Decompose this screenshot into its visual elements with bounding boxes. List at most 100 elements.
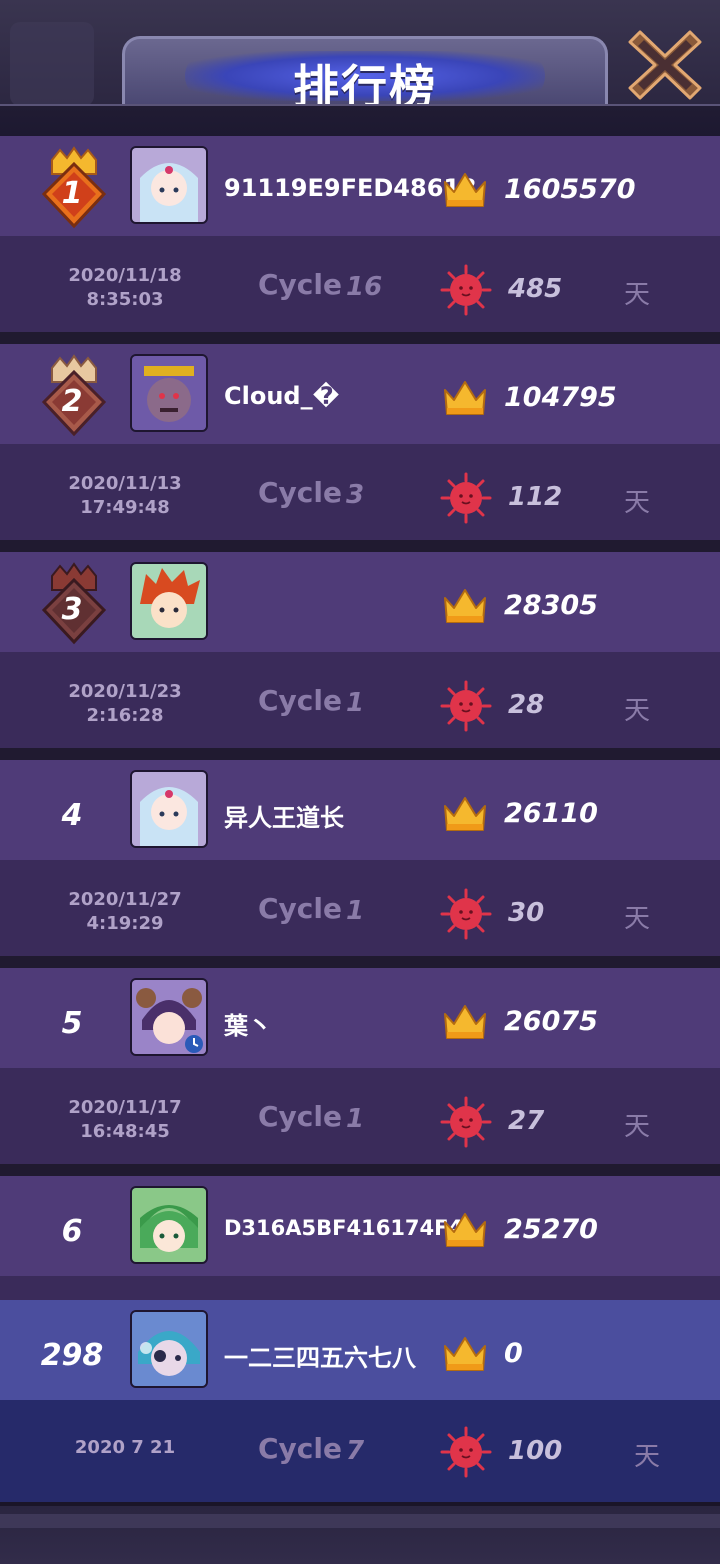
record-date-time: 4:19:29 (86, 913, 164, 934)
cycle-label: Cycle (258, 1432, 342, 1465)
leaderboard-entry[interactable]: 4 异人王道长 26110 2020/11/27 4:19:29 Cycle 1 (0, 760, 720, 968)
crown-icon (444, 589, 486, 623)
record-date-time: 8:35:03 (86, 289, 164, 310)
crown-icon (444, 1213, 486, 1247)
leaderboard-entry[interactable]: 6 D316A5BF416174F4 25270 (0, 1176, 720, 1300)
record-date: 2020/11/27 4:19:29 (40, 888, 210, 936)
avatar-image (132, 564, 206, 638)
footer-strip (0, 1514, 720, 1528)
footer-bar (0, 1502, 720, 1564)
record-date-time: 16:48:45 (80, 1121, 170, 1142)
days-unit: 天 (624, 1112, 651, 1142)
cycle-value: 1 (346, 688, 365, 718)
entry-divider (0, 540, 720, 552)
days-unit: 天 (624, 696, 651, 726)
header-decoration (10, 22, 94, 106)
virus-icon (440, 472, 492, 524)
cycle-label: Cycle (258, 268, 342, 301)
cycle-value: 3 (346, 480, 365, 510)
record-date: 2020/11/18 8:35:03 (40, 264, 210, 312)
player-name: Cloud_� (224, 382, 340, 410)
record-date: 2020/11/23 2:16:28 (40, 680, 210, 728)
days-value: 30 (508, 898, 545, 928)
avatar[interactable] (130, 978, 208, 1056)
avatar-image (132, 1188, 206, 1262)
days-value: 27 (508, 1106, 545, 1136)
virus-icon (440, 1426, 492, 1478)
avatar-image (132, 772, 206, 846)
leaderboard-entry[interactable]: 3 28305 2020/11/23 2:16:28 Cycle 1 28 天 (0, 552, 720, 760)
avatar[interactable] (130, 562, 208, 640)
player-name: 异人王道长 (224, 804, 344, 832)
my-record-date: 2020 7 21 (74, 1437, 176, 1458)
rank-number: 3 (61, 592, 83, 627)
score: 1605570 (504, 174, 636, 205)
score: 104795 (504, 382, 617, 413)
leaderboard-entry[interactable]: 2 Cloud_� 104795 2020/11/13 17:49:48 Cyc… (0, 344, 720, 552)
avatar-image (132, 1312, 206, 1386)
record-date-day: 2020/11/27 (68, 889, 182, 910)
avatar-image (132, 148, 206, 222)
cycle-value: 7 (346, 1436, 365, 1466)
leaderboard-entry[interactable]: 1 91119E9FED48613 1605570 2020/11/18 8:3… (0, 136, 720, 344)
days-value: 485 (508, 274, 563, 304)
virus-icon (440, 888, 492, 940)
days-unit: 天 (634, 1442, 661, 1472)
player-name: 葉丶 (224, 1012, 272, 1040)
avatar-image (132, 980, 206, 1054)
entry-divider (0, 332, 720, 344)
my-rank-row[interactable]: 298 一二三四五六七八 0 2020 7 21 Cycle 7 100 天 (0, 1300, 720, 1502)
close-button[interactable] (626, 26, 704, 104)
record-date-day: 2020/11/23 (68, 681, 182, 702)
record-date-time: 2:16:28 (86, 705, 164, 726)
entry-divider (0, 956, 720, 968)
my-player-name: 一二三四五六七八 (224, 1344, 416, 1372)
avatar[interactable] (130, 1186, 208, 1264)
days-value: 112 (508, 482, 563, 512)
days-unit: 天 (624, 488, 651, 518)
days-value: 28 (508, 690, 545, 720)
rank-number: 6 (61, 1214, 83, 1249)
record-date-day: 2020/11/17 (68, 1097, 182, 1118)
my-avatar[interactable] (130, 1310, 208, 1388)
avatar[interactable] (130, 146, 208, 224)
crown-icon (444, 1005, 486, 1039)
entry-bottom (0, 1276, 720, 1300)
record-date: 2020/11/17 16:48:45 (40, 1096, 210, 1144)
crown-icon (444, 173, 486, 207)
avatar-image (132, 356, 206, 430)
my-rank-number: 298 (40, 1338, 104, 1373)
rank-number: 4 (61, 798, 83, 833)
player-name: 91119E9FED48613 (224, 174, 477, 202)
player-name: D316A5BF416174F4 (224, 1216, 464, 1240)
entry-divider (0, 748, 720, 760)
score: 28305 (504, 590, 598, 621)
cycle-value: 1 (346, 1104, 365, 1134)
avatar[interactable] (130, 770, 208, 848)
title-tab: 排行榜 (122, 36, 608, 114)
virus-icon (440, 1096, 492, 1148)
entry-divider (0, 1164, 720, 1176)
record-date-time: 17:49:48 (80, 497, 170, 518)
score: 25270 (504, 1214, 598, 1245)
crown-icon (444, 1337, 486, 1371)
virus-icon (440, 264, 492, 316)
close-icon (628, 30, 702, 100)
record-date-day: 2020/11/18 (68, 265, 182, 286)
score: 26075 (504, 1006, 598, 1037)
cycle-label: Cycle (258, 476, 342, 509)
record-date: 2020/11/13 17:49:48 (40, 472, 210, 520)
leaderboard-entry[interactable]: 5 葉丶 26075 2020/11/17 16:48:45 Cycle 1 2… (0, 968, 720, 1176)
cycle-value: 1 (346, 896, 365, 926)
cycle-label: Cycle (258, 684, 342, 717)
header-underbar (0, 104, 720, 140)
avatar[interactable] (130, 354, 208, 432)
days-unit: 天 (624, 280, 651, 310)
score: 26110 (504, 798, 598, 829)
rank-number: 2 (61, 384, 83, 419)
cycle-label: Cycle (258, 892, 342, 925)
leaderboard-list: 1 91119E9FED48613 1605570 2020/11/18 8:3… (0, 136, 720, 1300)
days-unit: 天 (624, 904, 651, 934)
crown-icon (444, 381, 486, 415)
header-bar: 排行榜 (0, 0, 720, 114)
